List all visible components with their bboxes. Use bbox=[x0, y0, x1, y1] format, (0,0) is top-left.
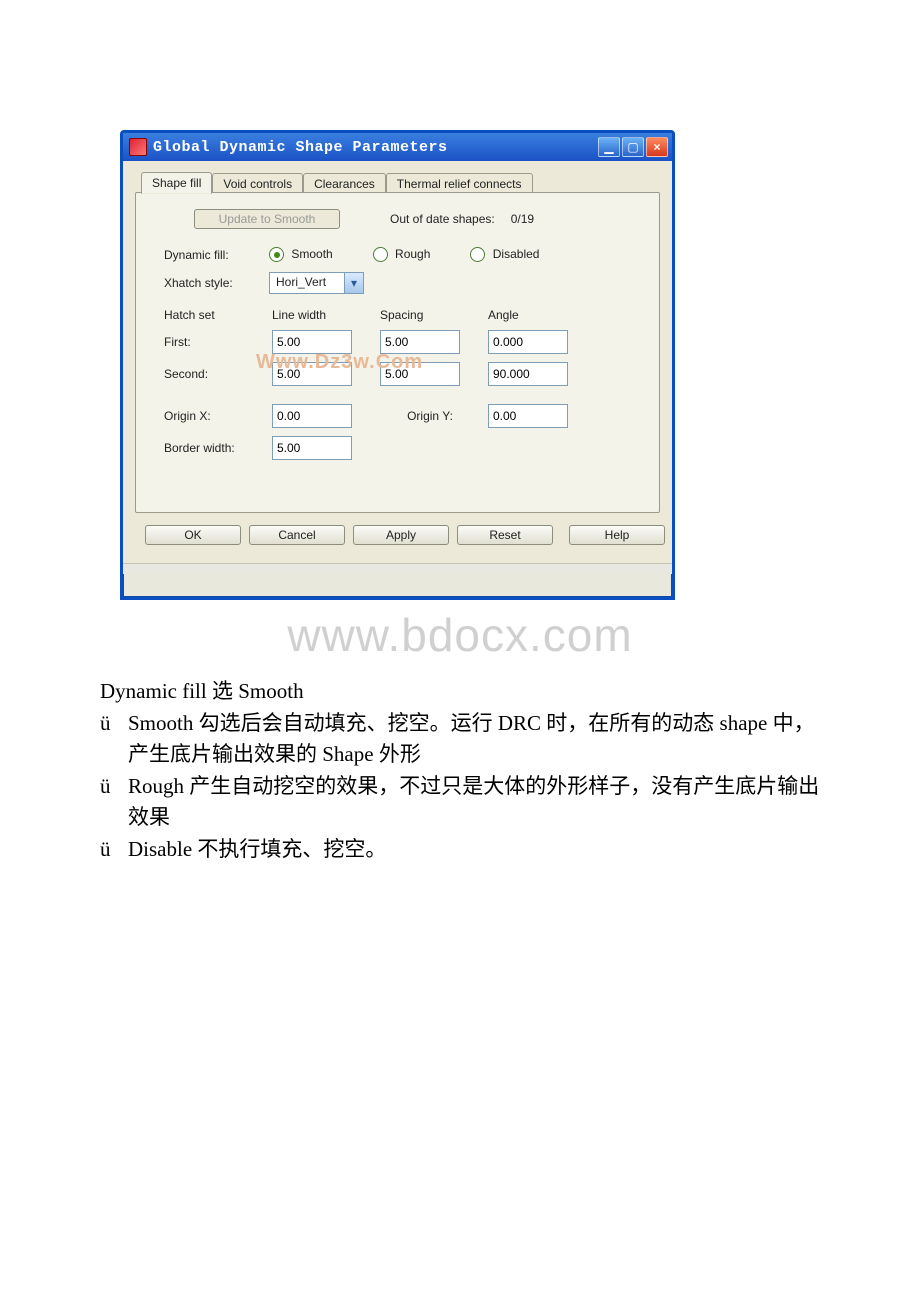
hatch-set-header: Hatch set bbox=[164, 308, 264, 322]
out-of-date-label: Out of date shapes: bbox=[390, 212, 495, 226]
angle-header: Angle bbox=[488, 308, 588, 322]
client-area: Shape fill Void controls Clearances Ther… bbox=[123, 161, 672, 563]
origin-y-label: Origin Y: bbox=[380, 409, 480, 423]
radio-rough[interactable]: Rough bbox=[373, 247, 431, 262]
reset-button[interactable]: Reset bbox=[457, 525, 553, 545]
line-width-header: Line width bbox=[272, 308, 372, 322]
minimize-button[interactable]: ▁ bbox=[598, 137, 620, 157]
ok-button[interactable]: OK bbox=[145, 525, 241, 545]
first-row-label: First: bbox=[164, 335, 264, 349]
tab-clearances[interactable]: Clearances bbox=[303, 173, 386, 194]
xhatch-style-value: Hori_Vert bbox=[270, 273, 344, 293]
maximize-button[interactable]: ▢ bbox=[622, 137, 644, 157]
status-bar bbox=[123, 563, 672, 574]
document-text: Dynamic fill 选 Smooth ü Smooth 勾选后会自动填充、… bbox=[100, 676, 820, 865]
chevron-down-icon[interactable]: ▾ bbox=[344, 273, 363, 293]
titlebar[interactable]: Global Dynamic Shape Parameters ▁ ▢ × bbox=[123, 133, 672, 161]
cancel-button[interactable]: Cancel bbox=[249, 525, 345, 545]
window-title: Global Dynamic Shape Parameters bbox=[153, 139, 598, 156]
first-spacing-input[interactable] bbox=[380, 330, 460, 354]
border-width-label: Border width: bbox=[164, 441, 264, 455]
radio-disabled-label: Disabled bbox=[493, 247, 540, 261]
first-angle-input[interactable] bbox=[488, 330, 568, 354]
radio-smooth-label: Smooth bbox=[291, 247, 332, 261]
tab-panel-shape-fill: Www.Dz3w.Com Update to Smooth Out of dat… bbox=[135, 192, 660, 513]
second-angle-input[interactable] bbox=[488, 362, 568, 386]
tab-thermal-relief-connects[interactable]: Thermal relief connects bbox=[386, 173, 533, 194]
radio-disabled[interactable]: Disabled bbox=[470, 247, 539, 262]
doc-line-1: Dynamic fill 选 Smooth bbox=[100, 676, 820, 706]
doc-item-smooth: ü Smooth 勾选后会自动填充、挖空。运行 DRC 时，在所有的动态 sha… bbox=[100, 708, 820, 769]
origin-x-input[interactable] bbox=[272, 404, 352, 428]
radio-rough-label: Rough bbox=[395, 247, 430, 261]
xhatch-style-label: Xhatch style: bbox=[164, 276, 259, 290]
dialog-buttons: OK Cancel Apply Reset Help bbox=[135, 513, 660, 545]
app-icon bbox=[129, 138, 147, 156]
update-to-smooth-button[interactable]: Update to Smooth bbox=[194, 209, 340, 229]
origin-x-label: Origin X: bbox=[164, 409, 264, 423]
first-linewidth-input[interactable] bbox=[272, 330, 352, 354]
radio-smooth[interactable]: Smooth bbox=[269, 247, 333, 262]
tab-void-controls[interactable]: Void controls bbox=[212, 173, 303, 194]
origin-y-input[interactable] bbox=[488, 404, 568, 428]
apply-button[interactable]: Apply bbox=[353, 525, 449, 545]
tabs-strip: Shape fill Void controls Clearances Ther… bbox=[135, 171, 660, 193]
xhatch-style-combo[interactable]: Hori_Vert ▾ bbox=[269, 272, 364, 294]
doc-item-rough: ü Rough 产生自动挖空的效果，不过只是大体的外形样子，没有产生底片输出效果 bbox=[100, 771, 820, 832]
dynamic-fill-label: Dynamic fill: bbox=[164, 248, 259, 262]
watermark-bdocx: www.bdocx.com bbox=[100, 608, 820, 662]
second-row-label: Second: bbox=[164, 367, 264, 381]
doc-item-disable: ü Disable 不执行填充、挖空。 bbox=[100, 834, 820, 864]
second-linewidth-input[interactable] bbox=[272, 362, 352, 386]
help-button[interactable]: Help bbox=[569, 525, 665, 545]
dialog-window: Global Dynamic Shape Parameters ▁ ▢ × Sh… bbox=[120, 130, 675, 600]
close-button[interactable]: × bbox=[646, 137, 668, 157]
spacing-header: Spacing bbox=[380, 308, 480, 322]
second-spacing-input[interactable] bbox=[380, 362, 460, 386]
border-width-input[interactable] bbox=[272, 436, 352, 460]
tab-shape-fill[interactable]: Shape fill bbox=[141, 172, 212, 194]
out-of-date-value: 0/19 bbox=[511, 212, 534, 226]
